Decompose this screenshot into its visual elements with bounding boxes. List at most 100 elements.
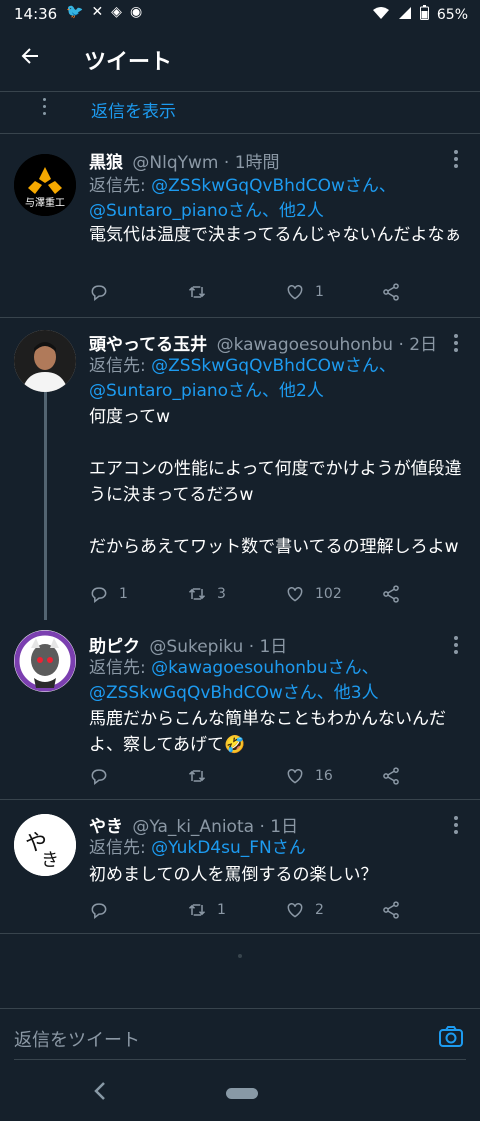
more-options-icon[interactable] — [454, 636, 460, 657]
tweet-author: 頭やってる玉井 @kawagoesouhonbu · 2日 — [89, 330, 437, 355]
reply-to: 返信先: @kawagoesouhonbuさん、 @ZSSkwGqQvBhdCO… — [89, 656, 379, 706]
reply-button[interactable]: 1 — [89, 584, 128, 604]
messenger-notification-icon: ◉ — [129, 4, 143, 20]
display-name[interactable]: 頭やってる玉井 — [89, 335, 207, 355]
reply-button[interactable] — [89, 282, 119, 302]
share-button[interactable] — [381, 584, 401, 604]
reply-mention[interactable]: @Suntaro_pianoさん、他2人 — [89, 201, 324, 221]
reply-prefix: 返信先: — [89, 356, 146, 376]
app-notification-icon: ◈ — [111, 4, 122, 20]
svg-text:与澤重工: 与澤重工 — [25, 196, 65, 209]
share-button[interactable] — [381, 766, 401, 786]
reply-input[interactable]: 返信をツイート — [14, 1026, 140, 1052]
reply-button[interactable] — [89, 900, 119, 920]
reply-prefix: 返信先: — [89, 176, 146, 196]
reply-composer[interactable]: 返信をツイート — [0, 1008, 480, 1064]
user-handle[interactable]: @Ya_ki_Aniota — [132, 817, 254, 837]
retweet-button[interactable]: 1 — [187, 900, 226, 920]
system-nav-bar — [0, 1064, 480, 1121]
avatar[interactable]: 与澤重工 — [14, 154, 76, 216]
tweet[interactable]: 助ピク @Sukepiku · 1日 返信先: @kawagoesouhonbu… — [0, 620, 480, 800]
tweet-time: · 1日 — [259, 817, 299, 837]
reply-button[interactable] — [89, 766, 119, 786]
loading-dot — [238, 954, 242, 958]
battery-icon — [419, 5, 429, 24]
retweet-icon — [188, 286, 206, 298]
reply-mention[interactable]: @ZSSkwGqQvBhdCOwさん、 — [151, 356, 396, 376]
share-icon — [383, 767, 399, 785]
display-name[interactable]: 黒狼 — [89, 153, 123, 173]
display-name[interactable]: 助ピク — [89, 637, 140, 657]
reply-prefix: 返信先: — [89, 658, 146, 678]
wifi-icon — [372, 6, 390, 24]
like-button[interactable]: 1 — [285, 282, 324, 302]
show-replies-link[interactable]: 返信を表示 — [91, 97, 176, 122]
more-options-icon[interactable] — [454, 334, 460, 355]
reply-mention[interactable]: @Suntaro_pianoさん、他2人 — [89, 381, 324, 401]
twitter-notification-icon: 🐦 — [66, 4, 84, 20]
reply-icon — [91, 285, 107, 302]
retweet-button[interactable]: 3 — [187, 584, 226, 604]
reply-count: 1 — [119, 586, 128, 602]
signal-icon — [398, 6, 412, 24]
retweet-count: 1 — [217, 902, 226, 918]
retweet-button[interactable] — [187, 766, 217, 786]
heart-icon — [287, 586, 303, 602]
tweet-actions: 16 — [89, 766, 419, 790]
like-count: 16 — [315, 768, 333, 784]
user-handle[interactable]: @Sukepiku — [149, 637, 243, 657]
avatar[interactable]: や き — [14, 814, 76, 876]
share-button[interactable] — [381, 282, 401, 302]
tweet-actions: 1 3 102 — [89, 584, 419, 608]
reply-mention[interactable]: @YukD4su_FNさん — [151, 838, 306, 858]
home-pill[interactable] — [226, 1088, 258, 1099]
share-button[interactable] — [381, 900, 401, 920]
avatar[interactable] — [14, 630, 76, 692]
heart-icon — [287, 284, 303, 300]
reply-mention[interactable]: @kawagoesouhonbuさん、 — [151, 658, 378, 678]
reply-icon — [91, 587, 107, 604]
like-count: 2 — [315, 902, 324, 918]
tweet-text: 初めましての人を罵倒するの楽しい？ — [89, 865, 378, 885]
app-header: ツイート — [0, 30, 480, 92]
like-button[interactable]: 16 — [285, 766, 333, 786]
tweet[interactable]: や き やき @Ya_ki_Aniota · 1日 返信先: @YukD4su_… — [0, 800, 480, 934]
retweet-icon — [188, 588, 206, 600]
reply-mention[interactable]: @ZSSkwGqQvBhdCOwさん、他3人 — [89, 683, 379, 703]
more-options-icon[interactable] — [454, 816, 460, 837]
battery-percent: 65% — [436, 6, 468, 23]
retweet-count: 3 — [217, 586, 226, 602]
like-button[interactable]: 2 — [285, 900, 324, 920]
more-options-icon[interactable] — [454, 150, 460, 171]
app-notification-icon: ✕ — [91, 4, 104, 20]
tweet-text: 電気代は温度で決まってるんじゃないんだよなぁ — [89, 225, 462, 245]
reply-mention[interactable]: @ZSSkwGqQvBhdCOwさん、 — [151, 176, 396, 196]
tweet-actions: 1 — [89, 282, 419, 306]
share-icon — [383, 901, 399, 919]
status-bar: 14:36 🐦 ✕ ◈ ◉ 65% — [0, 0, 480, 30]
tweet-author: 黒狼 @NlqYwm · 1時間 — [89, 148, 280, 173]
like-count: 1 — [315, 284, 324, 300]
tweet-time: · 1時間 — [223, 153, 280, 173]
camera-icon[interactable] — [438, 1024, 464, 1050]
avatar[interactable] — [14, 330, 76, 392]
user-handle[interactable]: @kawagoesouhonbu — [217, 335, 393, 355]
like-button[interactable]: 102 — [285, 584, 342, 604]
back-arrow-icon[interactable] — [18, 44, 50, 76]
nav-back-icon[interactable] — [93, 1080, 107, 1108]
tweet-time: · 1日 — [248, 637, 288, 657]
show-replies-row[interactable]: 返信を表示 — [0, 92, 480, 134]
status-time: 14:36 — [14, 5, 58, 23]
reply-icon — [91, 903, 107, 920]
tweet-text: 馬鹿だからこんな簡単なこともわかんないんだよ、察してあげて🤣 — [89, 709, 446, 755]
heart-icon — [287, 902, 303, 918]
display-name[interactable]: やき — [89, 817, 123, 837]
retweet-button[interactable] — [187, 282, 217, 302]
reply-to: 返信先: @ZSSkwGqQvBhdCOwさん、 @Suntaro_pianoさ… — [89, 354, 396, 404]
thread-line — [44, 392, 47, 620]
reply-icon — [91, 769, 107, 786]
tweet[interactable]: 頭やってる玉井 @kawagoesouhonbu · 2日 返信先: @ZSSk… — [0, 318, 480, 620]
retweet-icon — [188, 904, 206, 916]
user-handle[interactable]: @NlqYwm — [132, 153, 218, 173]
tweet[interactable]: 与澤重工 黒狼 @NlqYwm · 1時間 返信先: @ZSSkwGqQvBhd… — [0, 134, 480, 318]
